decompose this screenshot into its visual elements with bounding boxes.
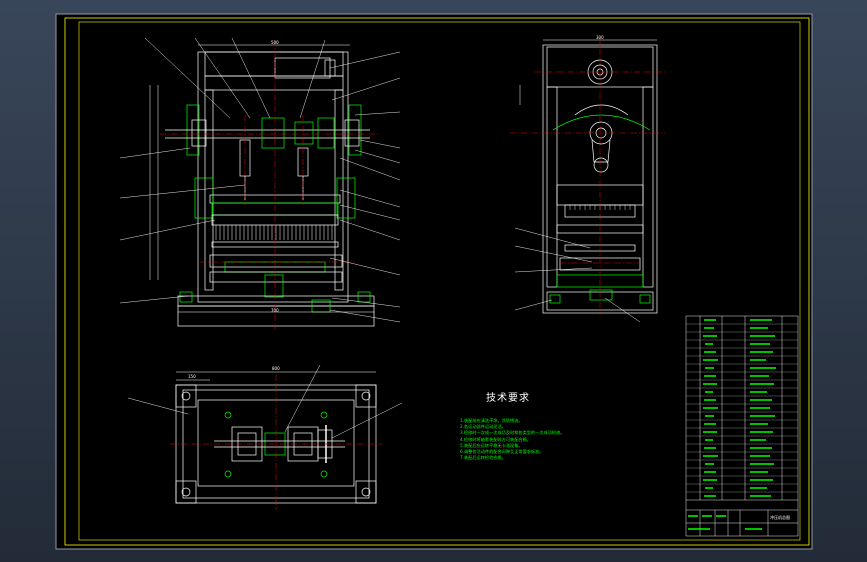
cad-viewport[interactable]: 500 700 300 800 150 技术要求 1.装配前应清洗干净，涂防锈油… [0,0,867,562]
technical-requirements-notes: 1.装配前应清洗干净，涂防锈油。 2.各运动部件运动灵活。 3.检修时一次成一次… [460,418,610,461]
technical-requirements-title: 技术要求 [486,393,530,404]
dim-side-width: 300 [596,35,604,40]
dim-front-width: 500 [271,40,279,45]
dim-plan-width: 800 [272,366,280,371]
drawing-sheet [55,13,813,550]
title-block-drawing-name: 冲压机总图 [770,515,790,520]
requirement-note: 7.装配后运转检验合格。 [460,455,506,461]
dim-plan-inner: 150 [188,374,196,379]
dim-front-base: 700 [271,308,279,313]
drawing-canvas[interactable] [0,0,867,562]
